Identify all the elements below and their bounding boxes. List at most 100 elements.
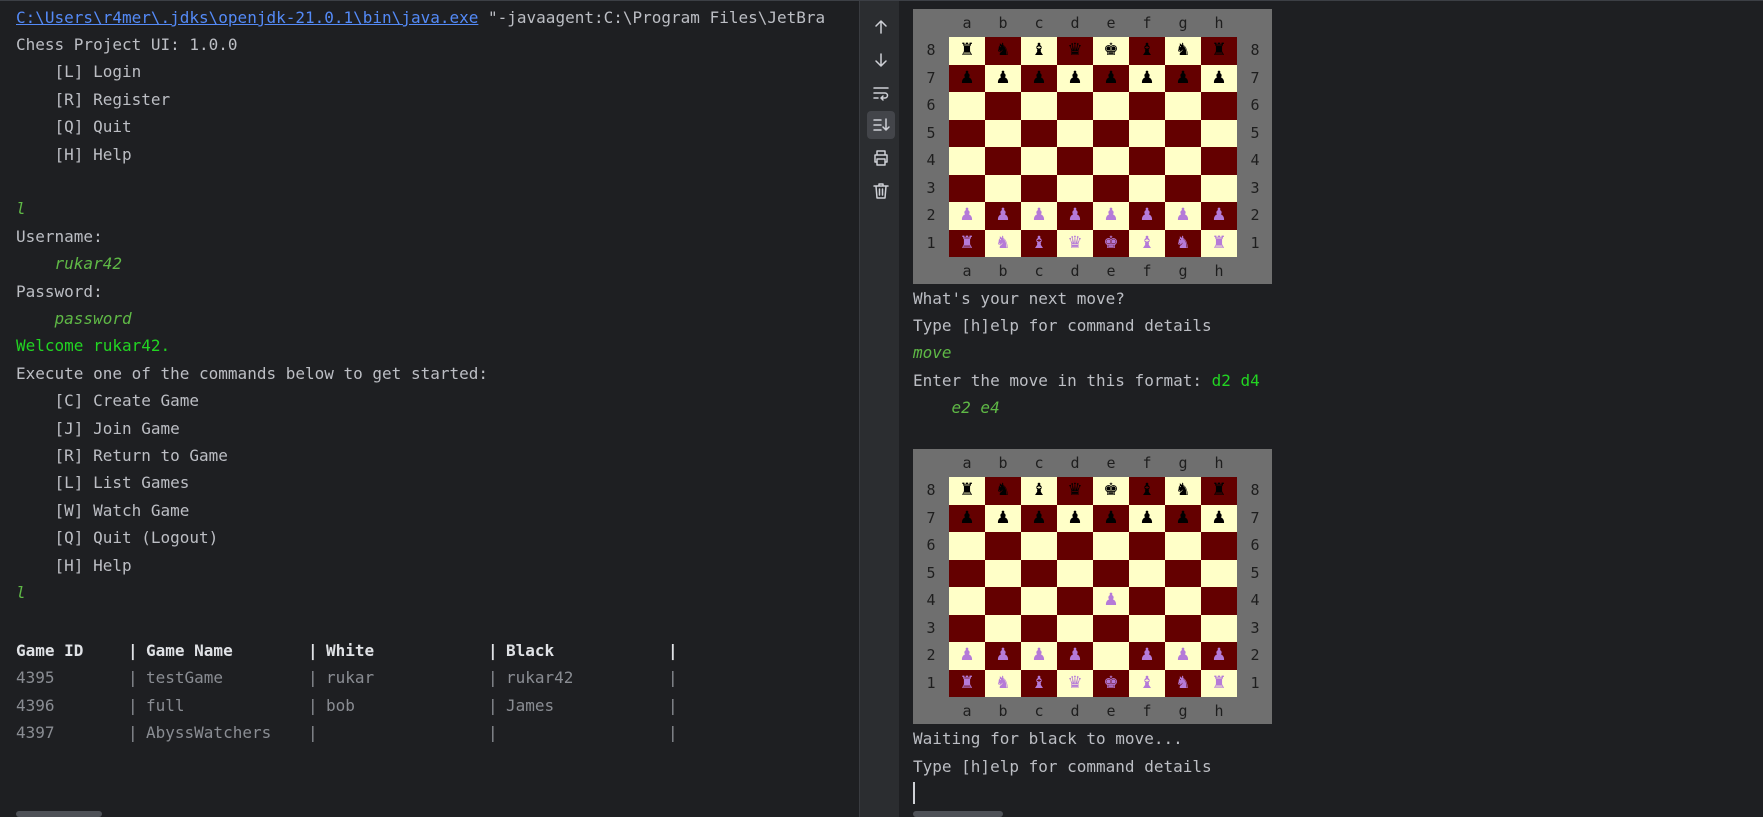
board-square-g6 [1165, 532, 1201, 560]
board-square-a7: ♟ [949, 64, 985, 92]
board-square-e3 [1093, 614, 1129, 642]
white-rook-icon: ♜ [959, 672, 975, 693]
board-square-a6 [949, 92, 985, 120]
board-square-a5 [949, 559, 985, 587]
console-line: l [16, 199, 26, 219]
board-square-a1: ♜ [949, 229, 985, 257]
black-rook-icon: ♜ [959, 480, 975, 501]
right-horizontal-scrollbar[interactable] [913, 811, 1003, 817]
java-path-link[interactable]: C:\Users\r4mer\.jdks\openjdk-21.0.1\bin\… [16, 8, 478, 27]
white-king-icon: ♚ [1103, 232, 1119, 253]
console-line: [L] List Games [16, 473, 190, 493]
console-line: [C] Create Game [16, 391, 200, 411]
board-square-b1: ♞ [985, 669, 1021, 697]
command-line: C:\Users\r4mer\.jdks\openjdk-21.0.1\bin\… [16, 7, 825, 29]
black-pawn-icon: ♟ [959, 67, 975, 88]
board-square-f8: ♝ [1129, 37, 1165, 65]
board-square-g7: ♟ [1165, 64, 1201, 92]
board-rank-label: 1 [926, 673, 936, 692]
board-square-b6 [985, 92, 1021, 120]
board-rank-label: 3 [1250, 178, 1260, 197]
board-square-g1: ♞ [1165, 669, 1201, 697]
board-square-f2: ♟ [1129, 202, 1165, 230]
board-file-label: b [998, 702, 1008, 720]
board-square-f6 [1129, 92, 1165, 120]
board-file-label: g [1178, 702, 1188, 720]
board-square-g4 [1165, 147, 1201, 175]
console-left[interactable]: C:\Users\r4mer\.jdks\openjdk-21.0.1\bin\… [0, 1, 859, 817]
board-square-b4 [985, 587, 1021, 615]
board-square-f7: ♟ [1129, 504, 1165, 532]
clear-all-button[interactable] [867, 177, 895, 205]
board-rank-label: 7 [1250, 68, 1260, 87]
white-pawn-icon: ♟ [959, 205, 975, 226]
board-rank-label: 2 [1250, 646, 1260, 664]
waiting-status: Waiting for black to move... [913, 729, 1183, 748]
table-header-cell: White [326, 641, 375, 660]
board-square-d7: ♟ [1057, 504, 1093, 532]
board-square-e5 [1093, 119, 1129, 147]
white-bishop-icon: ♝ [1031, 672, 1047, 693]
soft-wrap-button[interactable] [867, 79, 895, 107]
white-pawn-icon: ♟ [1103, 205, 1119, 226]
board-rank-label: 1 [1250, 673, 1260, 692]
board-square-c6 [1021, 532, 1057, 560]
board-square-c3 [1021, 614, 1057, 642]
table-separator: | [668, 668, 678, 688]
board-rank-label: 8 [926, 481, 936, 499]
board-file-label: d [1070, 262, 1080, 280]
board-file-label: d [1070, 14, 1080, 32]
move-format-example: d2 d4 [1211, 371, 1260, 390]
table-cell: 4395 [16, 668, 55, 688]
board-square-b7: ♟ [985, 64, 1021, 92]
print-button[interactable] [867, 144, 895, 172]
board-square-f5 [1129, 559, 1165, 587]
black-pawn-icon: ♟ [995, 67, 1011, 88]
table-cell: full [146, 695, 185, 715]
board-square-a8: ♜ [949, 477, 985, 505]
console-right[interactable]: a a b b c c d d e e f f g g h h 8 8 7 7 6 6 5 5 4 4 3 3 2 2 1 1 ♜ ♞ ♝ ♛ ♚ ♝ ♞ ♜… [899, 1, 1763, 817]
board-square-b2: ♟ [985, 202, 1021, 230]
board-square-g5 [1165, 119, 1201, 147]
board-square-e8: ♚ [1093, 37, 1129, 65]
board-square-a3 [949, 614, 985, 642]
table-header-cell: Game Name [146, 641, 233, 660]
move-format-prompt: Enter the move in this format: d2 d4 [913, 370, 1260, 392]
console-line: Password: [16, 281, 103, 301]
table-separator: | [488, 723, 498, 743]
board-square-e6 [1093, 532, 1129, 560]
board-square-f4 [1129, 147, 1165, 175]
help-hint: Type [h]elp for command details [913, 316, 1212, 335]
board-file-label: e [1106, 262, 1116, 280]
board-square-c5 [1021, 119, 1057, 147]
board-square-c8: ♝ [1021, 37, 1057, 65]
text-cursor [913, 782, 915, 804]
board-square-d8: ♛ [1057, 477, 1093, 505]
board-square-h6 [1201, 92, 1237, 120]
left-horizontal-scrollbar[interactable] [16, 811, 102, 817]
white-queen-icon: ♛ [1067, 672, 1083, 693]
board-square-a8: ♜ [949, 37, 985, 65]
white-pawn-icon: ♟ [995, 205, 1011, 226]
scroll-down-button[interactable] [867, 46, 895, 74]
white-knight-icon: ♞ [1175, 672, 1191, 693]
board-file-label: h [1214, 262, 1224, 280]
console-line: [H] Help [16, 144, 132, 164]
board-file-label: a [962, 262, 972, 280]
board-square-h3 [1201, 614, 1237, 642]
black-pawn-icon: ♟ [1067, 67, 1083, 88]
black-bishop-icon: ♝ [1139, 480, 1155, 501]
console-line: Welcome rukar42. [16, 336, 171, 356]
scroll-up-button[interactable] [867, 13, 895, 41]
board-file-label: b [998, 14, 1008, 32]
board-file-label: a [962, 14, 972, 32]
black-pawn-icon: ♟ [1139, 507, 1155, 528]
board-rank-label: 2 [926, 646, 936, 664]
board-square-e7: ♟ [1093, 64, 1129, 92]
black-knight-icon: ♞ [1175, 40, 1191, 61]
board-file-label: g [1178, 262, 1188, 280]
table-header-cell: Black [506, 641, 555, 660]
board-square-h3 [1201, 174, 1237, 202]
board-rank-label: 2 [1250, 206, 1260, 224]
scroll-to-end-button[interactable] [867, 111, 895, 139]
